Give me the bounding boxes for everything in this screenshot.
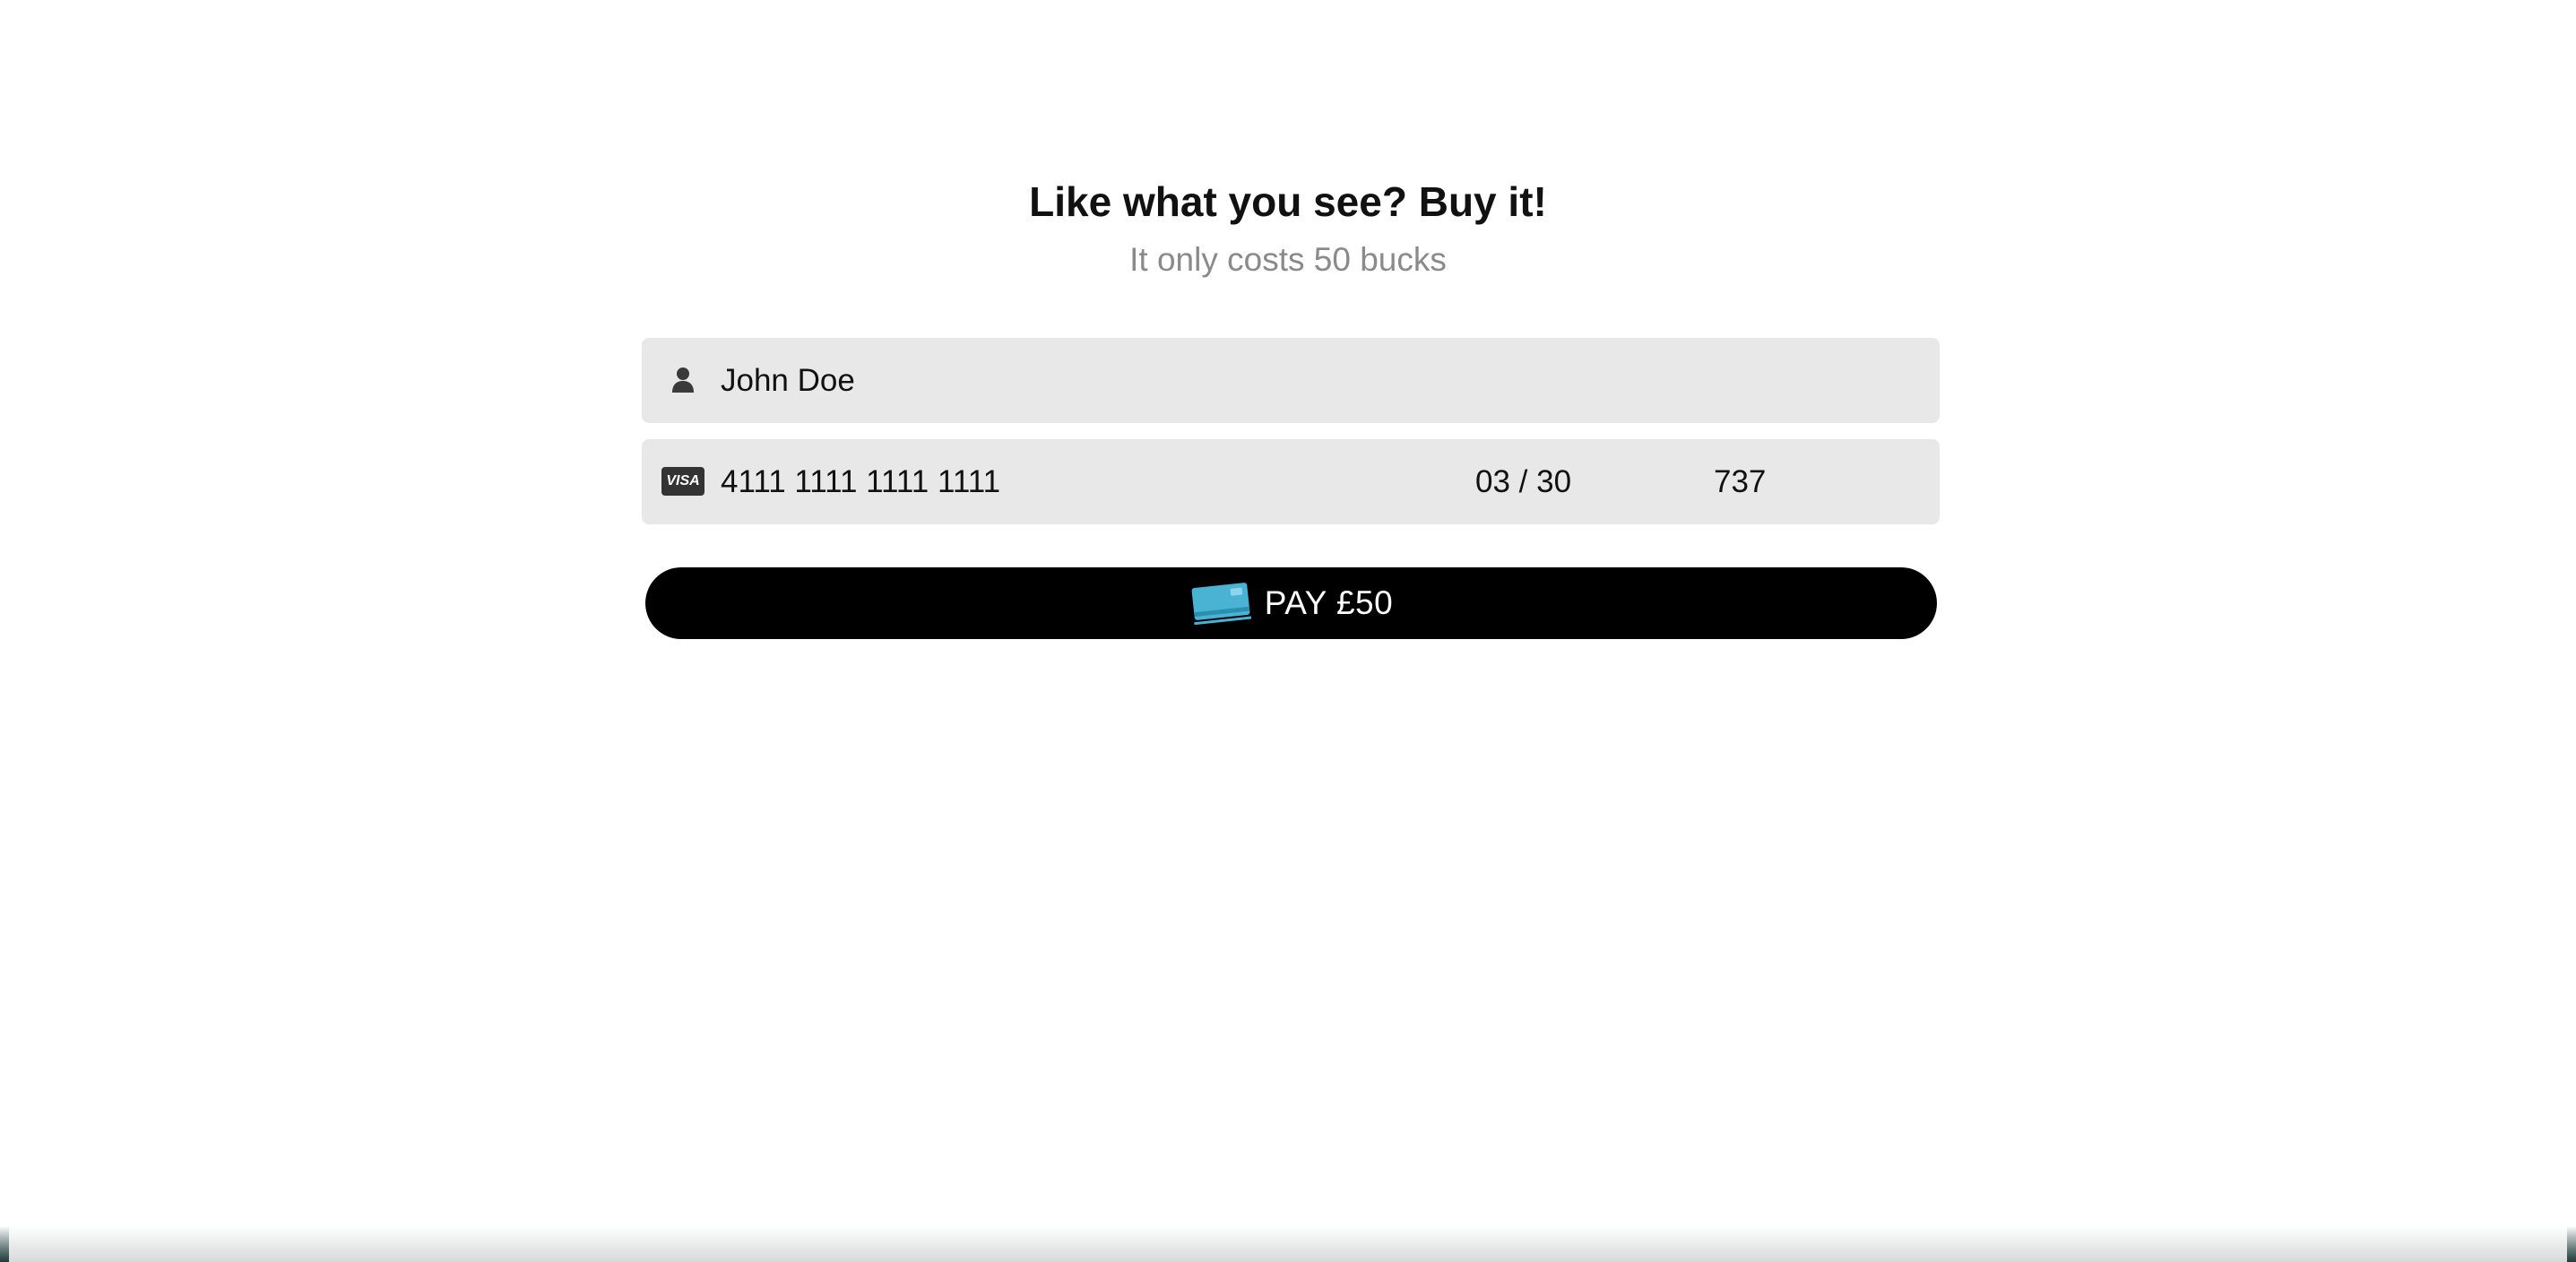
page-subtitle: It only costs 50 bucks <box>1129 241 1447 278</box>
cardholder-name-input[interactable] <box>721 338 1886 423</box>
checkout-page: Like what you see? Buy it! It only costs… <box>0 0 2576 1262</box>
visa-brand-label: VISA <box>661 467 705 496</box>
credit-card-icon <box>1189 581 1252 626</box>
visa-icon: VISA <box>661 463 705 499</box>
card-number-input[interactable] <box>721 439 1402 524</box>
card-details-field[interactable]: VISA <box>642 439 1940 524</box>
card-expiry-input[interactable] <box>1475 439 1655 524</box>
user-icon <box>661 362 705 398</box>
cardholder-name-field[interactable] <box>642 338 1940 423</box>
card-cvc-input[interactable] <box>1714 439 1848 524</box>
pay-button-label: PAY £50 <box>1264 584 1394 621</box>
window-bottom-edge <box>0 1226 2576 1262</box>
pay-button[interactable]: PAY £50 <box>645 567 1937 639</box>
page-title: Like what you see? Buy it! <box>1029 178 1547 225</box>
